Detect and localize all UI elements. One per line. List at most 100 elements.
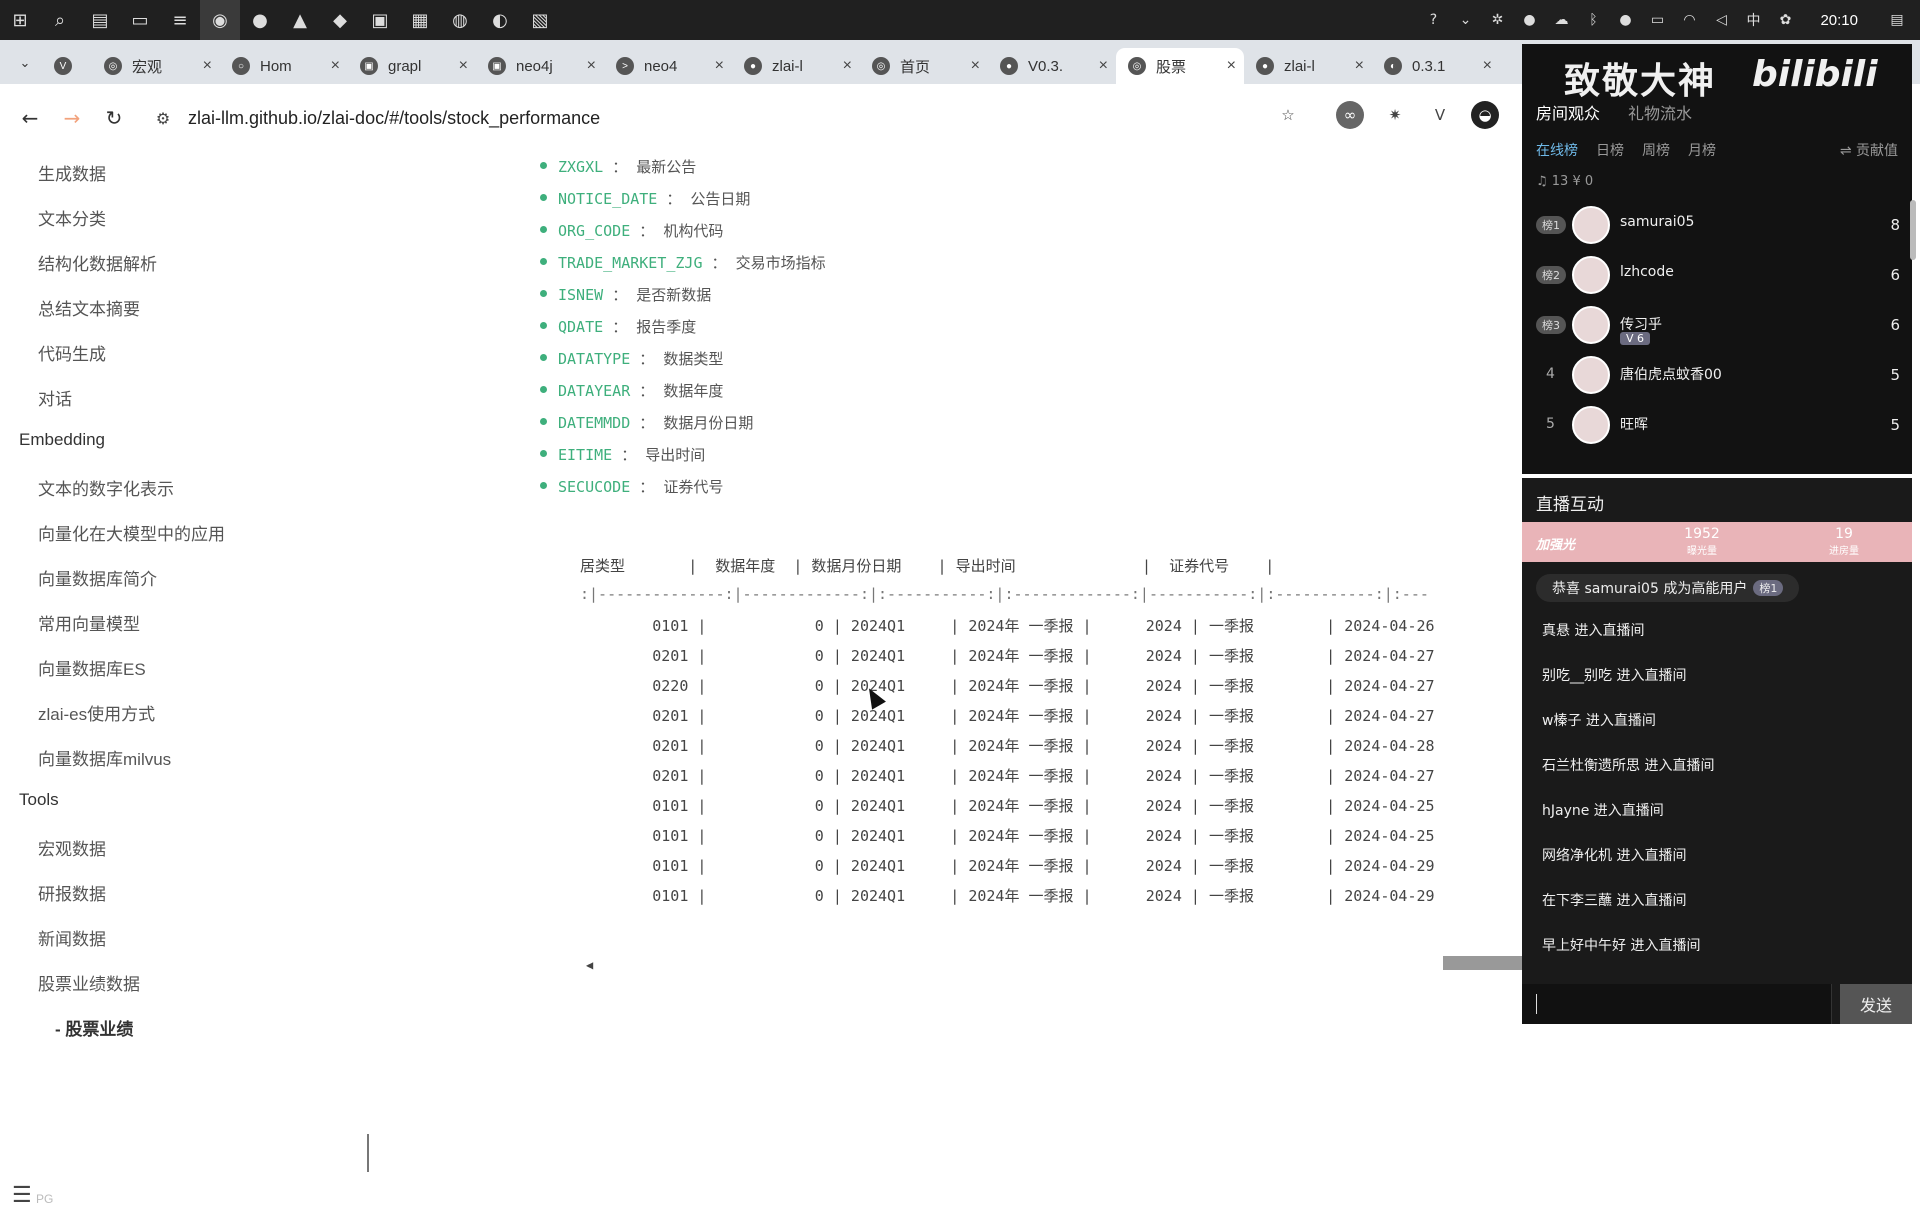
app4-icon[interactable]: ◍ xyxy=(440,0,480,40)
browser-tab[interactable]: ◎ 股票 × xyxy=(1116,48,1244,84)
browser-tab[interactable]: ○ Hom × xyxy=(220,48,348,84)
rank-row[interactable]: 5 旺晖 5 xyxy=(1532,402,1904,446)
app3-icon[interactable]: ▦ xyxy=(400,0,440,40)
rank-row[interactable]: 4 唐伯虎点蚊香00 5 xyxy=(1532,352,1904,396)
bookmark-star-icon[interactable]: ☆ xyxy=(1274,101,1302,129)
app5-icon[interactable]: ◐ xyxy=(480,0,520,40)
file-explorer-icon[interactable]: ▭ xyxy=(120,0,160,40)
sidebar-item[interactable]: 向量数据库简介 xyxy=(38,565,157,590)
browser-tab[interactable]: ◎ 首页 × xyxy=(860,48,988,84)
avatar[interactable] xyxy=(1572,206,1610,244)
back-button[interactable]: ← xyxy=(12,100,48,136)
scrollbar-thumb[interactable] xyxy=(1910,200,1916,260)
sidebar-item[interactable]: 新闻数据 xyxy=(38,925,106,950)
sidebar-item[interactable]: 生成数据 xyxy=(38,160,106,185)
sidebar-item-active[interactable]: - 股票业绩 xyxy=(55,1015,133,1040)
tab-gift-flow[interactable]: 礼物流水 xyxy=(1628,100,1692,124)
sidebar-item[interactable]: 总结文本摘要 xyxy=(38,295,140,320)
tab-close-icon[interactable]: × xyxy=(971,57,980,75)
search-icon[interactable]: ⌕ xyxy=(40,0,80,40)
extension-icon[interactable]: ∞ xyxy=(1336,101,1364,129)
sidebar-item[interactable]: 向量数据库ES xyxy=(38,655,146,680)
tab-room-audience[interactable]: 房间观众 xyxy=(1536,100,1600,124)
tab-close-icon[interactable]: × xyxy=(331,57,340,75)
sidebar-item[interactable]: zlai-es使用方式 xyxy=(38,700,155,725)
tab-search-chevron-icon[interactable]: ⌄ xyxy=(8,46,42,80)
url-field[interactable]: zlai-llm.github.io/zlai-doc/#/tools/stoc… xyxy=(188,108,600,129)
app2-icon[interactable]: ▣ xyxy=(360,0,400,40)
extension-gear-icon[interactable]: ✷ xyxy=(1381,101,1409,129)
scroll-left-icon[interactable]: ◀ xyxy=(586,958,593,972)
sidebar-item[interactable]: 股票业绩数据 xyxy=(38,970,140,995)
site-info-icon[interactable]: ⚙ xyxy=(148,109,178,128)
profile-icon[interactable]: ◒ xyxy=(1471,101,1499,129)
vscode-icon[interactable]: ◆ xyxy=(320,0,360,40)
extension-v-icon[interactable]: V xyxy=(1426,101,1454,129)
volume-icon[interactable]: ◁ xyxy=(1710,9,1732,31)
page-scrollbar[interactable] xyxy=(1908,200,1918,1050)
task-view-icon[interactable]: ▤ xyxy=(80,0,120,40)
avatar[interactable] xyxy=(1572,306,1610,344)
browser-tab[interactable]: ● zlai-l × xyxy=(1244,48,1372,84)
rank-row[interactable]: 榜3 传习乎 V 6 6 xyxy=(1532,302,1904,346)
tab-close-icon[interactable]: × xyxy=(1099,57,1108,75)
sidebar-item[interactable]: 文本分类 xyxy=(38,205,106,230)
horizontal-scrollbar[interactable] xyxy=(1443,956,1523,970)
browser-tab[interactable]: ● zlai-l × xyxy=(732,48,860,84)
browser-tab[interactable]: ▣ neo4j × xyxy=(476,48,604,84)
tab-close-icon[interactable]: × xyxy=(1483,57,1492,75)
sidebar-item[interactable]: 结构化数据解析 xyxy=(38,250,157,275)
sidebar-item[interactable]: 对话 xyxy=(38,385,72,410)
browser-tab[interactable]: ◐ 0.3.1 × xyxy=(1372,48,1500,84)
tab-close-icon[interactable]: × xyxy=(715,57,724,75)
app6-icon[interactable]: ▧ xyxy=(520,0,560,40)
browser-tab[interactable]: ● V0.3. × xyxy=(988,48,1116,84)
sidebar-item[interactable]: 宏观数据 xyxy=(38,835,106,860)
tray-app-icon[interactable]: ✲ xyxy=(1486,9,1508,31)
chrome-icon[interactable]: ◉ xyxy=(200,0,240,40)
tray-app4-icon[interactable]: ✿ xyxy=(1774,9,1796,31)
avatar[interactable] xyxy=(1572,356,1610,394)
sidebar-item[interactable]: 向量数据库milvus xyxy=(38,745,171,770)
tab-close-icon[interactable]: × xyxy=(843,57,852,75)
sidebar-item[interactable]: 研报数据 xyxy=(38,880,106,905)
wifi-icon[interactable]: ◠ xyxy=(1678,9,1700,31)
tab-close-icon[interactable]: × xyxy=(587,57,596,75)
tab-daily-rank[interactable]: 日榜 xyxy=(1596,140,1624,160)
browser-tab[interactable]: > neo4 × xyxy=(604,48,732,84)
tab-close-icon[interactable]: × xyxy=(203,57,212,75)
ime-indicator[interactable]: 中 xyxy=(1742,9,1764,31)
tab-monthly-rank[interactable]: 月榜 xyxy=(1688,140,1716,160)
avatar[interactable] xyxy=(1572,406,1610,444)
sidebar-item[interactable]: 常用向量模型 xyxy=(38,610,140,635)
wechat-icon[interactable]: ● xyxy=(240,0,280,40)
tab-close-icon[interactable]: × xyxy=(459,57,468,75)
chat-input[interactable] xyxy=(1522,984,1832,1024)
reload-button[interactable]: ↻ xyxy=(96,100,132,136)
sidebar-item[interactable]: 代码生成 xyxy=(38,340,106,365)
browser-tab[interactable]: ◎ 宏观 × xyxy=(92,48,220,84)
sidebar-item[interactable]: 向量化在大模型中的应用 xyxy=(38,520,225,545)
help-icon[interactable]: ? xyxy=(1422,9,1444,31)
forward-button[interactable]: → xyxy=(54,100,90,136)
windows-start-icon[interactable]: ⊞ xyxy=(0,0,40,40)
rank-row[interactable]: 榜1 samurai05 8 xyxy=(1532,202,1904,246)
avatar[interactable] xyxy=(1572,256,1610,294)
microphone-icon[interactable]: ● xyxy=(1614,9,1636,31)
browser-tab[interactable]: ▣ grapl × xyxy=(348,48,476,84)
app-icon[interactable]: ▲ xyxy=(280,0,320,40)
tray-app3-icon[interactable]: ☁ xyxy=(1550,9,1572,31)
tab-online-rank[interactable]: 在线榜 xyxy=(1536,140,1578,160)
tray-app2-icon[interactable]: ● xyxy=(1518,9,1540,31)
contribution-sort[interactable]: ⇌ 贡献值 xyxy=(1840,140,1898,160)
battery-icon[interactable]: ▭ xyxy=(1646,9,1668,31)
chevron-up-icon[interactable]: ⌄ xyxy=(1454,9,1476,31)
sidebar-section-tools[interactable]: Tools xyxy=(19,790,59,810)
tab-weekly-rank[interactable]: 周榜 xyxy=(1642,140,1670,160)
notification-icon[interactable]: ▤ xyxy=(1886,9,1908,31)
sidebar-section-embedding[interactable]: Embedding xyxy=(19,430,105,450)
browser-tab[interactable]: V xyxy=(42,48,92,84)
bluetooth-icon[interactable]: ᛒ xyxy=(1582,9,1604,31)
clock[interactable]: 20:10 xyxy=(1820,12,1858,29)
rank-row[interactable]: 榜2 lzhcode 6 xyxy=(1532,252,1904,296)
